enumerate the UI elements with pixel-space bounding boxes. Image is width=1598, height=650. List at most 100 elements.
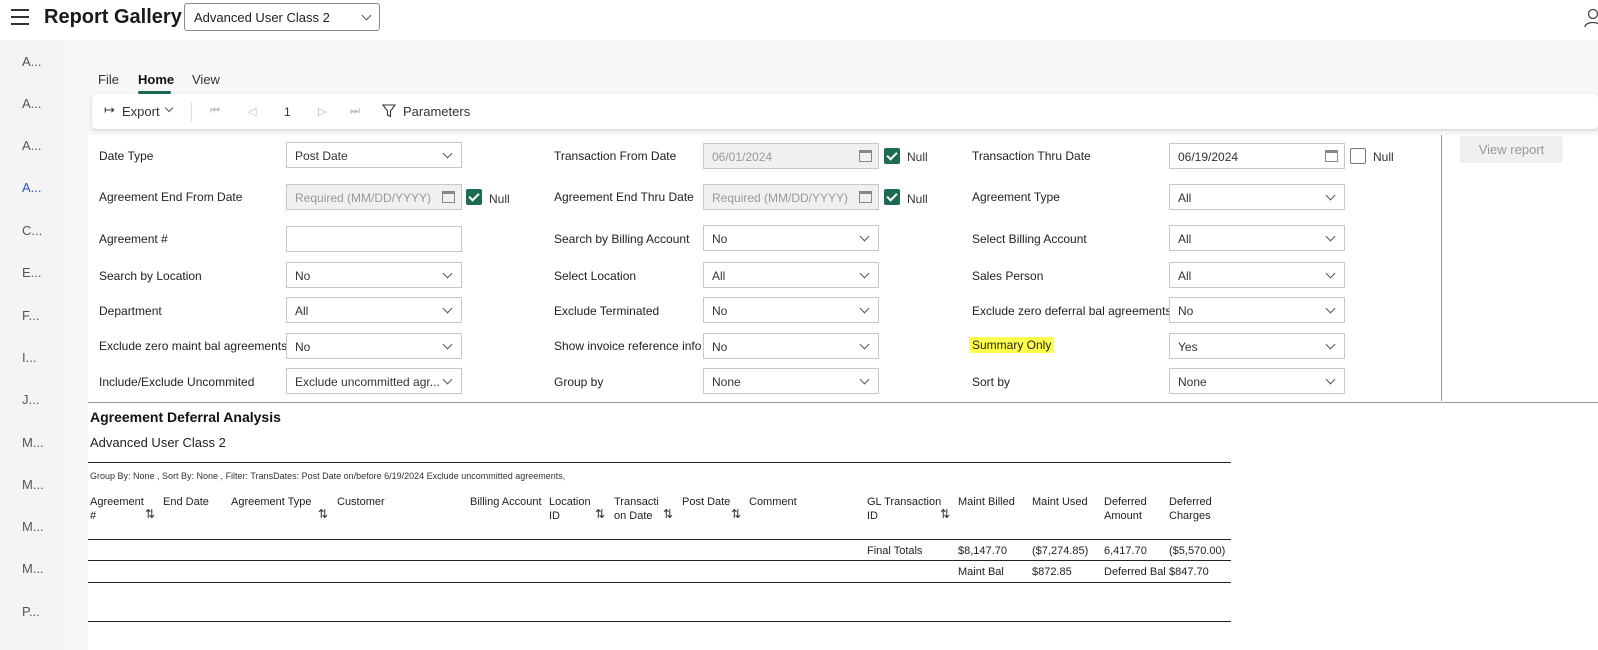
excl-zero-def-select[interactable]: No — [1169, 297, 1345, 323]
chevron-down-icon — [361, 10, 372, 21]
agr-num-label: Agreement # — [99, 232, 168, 246]
sidebar-item[interactable]: M... — [22, 477, 44, 492]
incl-excl-select[interactable]: Exclude uncommitted agr... — [286, 368, 462, 394]
tab-file[interactable]: File — [98, 72, 119, 87]
agr-end-thru-label: Agreement End Thru Date — [554, 190, 694, 204]
summary-only-label: Summary Only — [969, 337, 1055, 353]
chevron-down-icon — [859, 231, 870, 242]
maint-bal-label: Maint Bal — [958, 566, 1004, 578]
sales-person-select[interactable]: All — [1169, 262, 1345, 288]
agr-end-from-null-checkbox[interactable] — [466, 189, 482, 205]
search-billing-label: Search by Billing Account — [554, 232, 690, 246]
calendar-icon[interactable] — [442, 191, 455, 203]
sort-icon[interactable]: ⇅ — [731, 507, 741, 521]
trans-thru-input[interactable]: 06/19/2024 — [1169, 143, 1345, 169]
sales-person-value: All — [1178, 269, 1192, 283]
sidebar-item-active[interactable]: A... — [22, 180, 42, 195]
sidebar-item[interactable]: M... — [22, 561, 44, 576]
sidebar-item[interactable]: M... — [22, 519, 44, 534]
summary-only-value: Yes — [1178, 340, 1198, 354]
null-label: Null — [489, 192, 510, 206]
prev-page-icon[interactable]: ◁ — [248, 105, 256, 118]
chevron-down-icon — [859, 303, 870, 314]
sales-person-label: Sales Person — [972, 269, 1044, 283]
trans-from-null-checkbox[interactable] — [884, 148, 900, 164]
view-report-button[interactable]: View report — [1460, 136, 1563, 163]
tab-view[interactable]: View — [192, 72, 220, 87]
sort-icon[interactable]: ⇅ — [663, 507, 673, 521]
date-type-select[interactable]: Post Date — [286, 142, 462, 168]
agr-type-value: All — [1178, 191, 1192, 205]
page-number[interactable]: 1 — [284, 105, 291, 119]
chevron-down-icon — [442, 148, 453, 159]
chevron-down-icon — [442, 303, 453, 314]
toolbar-divider — [191, 102, 192, 122]
col-maint-used: Maint Used — [1032, 496, 1088, 508]
group-by-select[interactable]: None — [703, 368, 879, 394]
show-invoice-label: Show invoice reference info — [554, 339, 702, 353]
chevron-down-icon — [442, 339, 453, 350]
select-billing-select[interactable]: All — [1169, 225, 1345, 251]
department-select[interactable]: All — [286, 297, 462, 323]
select-billing-value: All — [1178, 232, 1192, 246]
sidebar-item[interactable]: C... — [22, 223, 42, 238]
calendar-icon[interactable] — [859, 191, 872, 203]
sort-icon[interactable]: ⇅ — [940, 507, 950, 521]
agr-end-thru-null-checkbox[interactable] — [884, 189, 900, 205]
user-icon[interactable] — [1583, 8, 1598, 28]
sort-icon[interactable]: ⇅ — [318, 507, 328, 521]
agr-end-from-input[interactable]: Required (MM/DD/YYYY) — [286, 184, 462, 210]
excl-zero-maint-select[interactable]: No — [286, 333, 462, 359]
chevron-down-icon — [859, 268, 870, 279]
null-label: Null — [1373, 150, 1394, 164]
chevron-down-icon — [1325, 339, 1336, 350]
search-billing-value: No — [712, 232, 728, 246]
sidebar-item[interactable]: A... — [22, 138, 42, 153]
parameters-button[interactable]: Parameters — [403, 104, 470, 119]
first-page-icon[interactable]: ⏮ — [210, 105, 220, 118]
trans-from-input[interactable]: 06/01/2024 — [703, 143, 879, 169]
search-loc-select[interactable]: No — [286, 262, 462, 288]
tab-home[interactable]: Home — [138, 72, 174, 87]
chevron-down-icon — [442, 268, 453, 279]
total-maint-used: ($7,274.85) — [1032, 545, 1089, 557]
select-loc-select[interactable]: All — [703, 262, 879, 288]
agr-end-thru-input[interactable]: Required (MM/DD/YYYY) — [703, 184, 879, 210]
incl-excl-label: Include/Exclude Uncommited — [99, 375, 255, 389]
sidebar-item[interactable]: A... — [22, 54, 42, 69]
calendar-icon[interactable] — [859, 150, 872, 162]
calendar-icon[interactable] — [1325, 150, 1338, 162]
total-deferred-charges: ($5,570.00) — [1169, 545, 1226, 557]
next-page-icon[interactable]: ▷ — [318, 105, 326, 118]
excl-term-select[interactable]: No — [703, 297, 879, 323]
export-icon: ↦ — [104, 102, 115, 117]
excl-term-label: Exclude Terminated — [554, 304, 660, 318]
chevron-down-icon — [859, 339, 870, 350]
sidebar-item[interactable]: J... — [22, 392, 39, 407]
class-select[interactable]: Advanced User Class 2 — [184, 3, 380, 31]
trans-thru-null-checkbox[interactable] — [1350, 148, 1366, 164]
export-button[interactable]: Export — [122, 104, 160, 119]
sidebar-item[interactable]: E... — [22, 265, 42, 280]
agr-num-input[interactable] — [286, 226, 462, 252]
sidebar-item[interactable]: M... — [22, 435, 44, 450]
sidebar-item[interactable]: F... — [22, 308, 39, 323]
app-title: Report Gallery — [44, 6, 182, 28]
last-page-icon[interactable]: ⏭ — [350, 105, 360, 118]
sidebar-item[interactable]: I... — [22, 350, 36, 365]
agr-type-select[interactable]: All — [1169, 184, 1345, 210]
agr-end-from-placeholder: Required (MM/DD/YYYY) — [295, 191, 432, 205]
sort-icon[interactable]: ⇅ — [145, 507, 155, 521]
show-invoice-select[interactable]: No — [703, 333, 879, 359]
sort-by-select[interactable]: None — [1169, 368, 1345, 394]
search-billing-select[interactable]: No — [703, 225, 879, 251]
top-bar: Report Gallery Advanced User Class 2 — [0, 0, 1598, 40]
chevron-down-icon — [1325, 190, 1336, 201]
null-label: Null — [907, 192, 928, 206]
class-select-value: Advanced User Class 2 — [194, 10, 330, 25]
sidebar-item[interactable]: P... — [22, 604, 40, 619]
summary-only-select[interactable]: Yes — [1169, 333, 1345, 359]
menu-icon[interactable] — [11, 9, 29, 25]
sidebar-item[interactable]: A... — [22, 96, 42, 111]
sort-icon[interactable]: ⇅ — [595, 507, 605, 521]
